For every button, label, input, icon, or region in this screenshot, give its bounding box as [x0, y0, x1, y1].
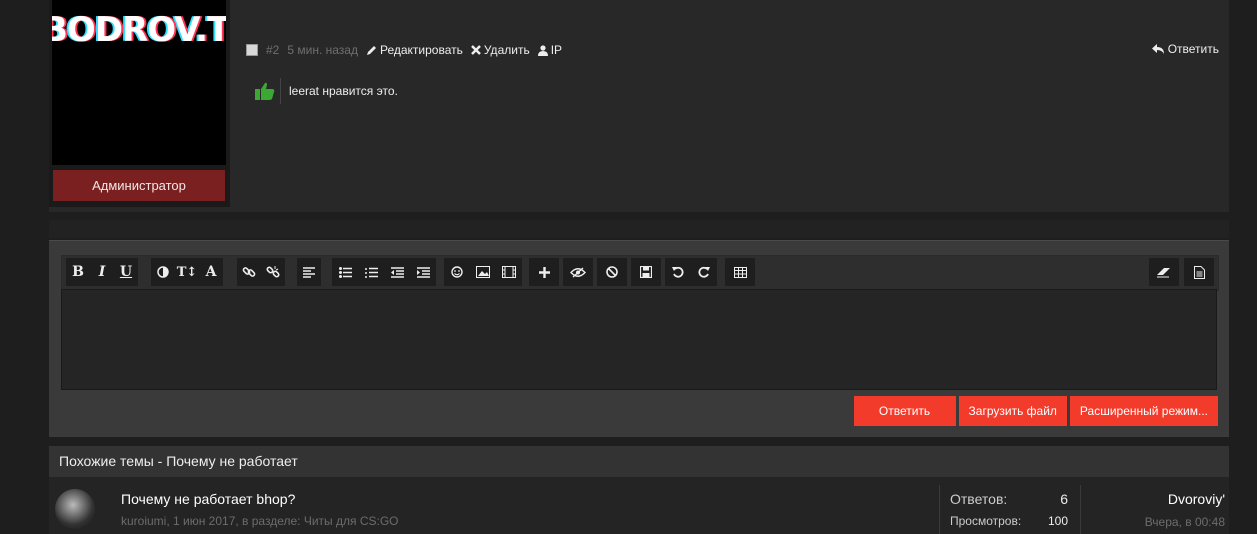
- avatar-logo-text: BODROV.TK: [52, 10, 226, 50]
- source-icon[interactable]: [1184, 258, 1214, 286]
- post-time[interactable]: 5 мин. назад: [287, 43, 358, 57]
- thread-title[interactable]: Почему не работает bhop?: [121, 491, 295, 507]
- numbered-list-icon[interactable]: [358, 258, 384, 286]
- advanced-mode-button[interactable]: Расширенный режим...: [1069, 396, 1218, 426]
- reply-icon: [1151, 43, 1164, 54]
- views-count: 100: [1047, 514, 1068, 528]
- section-divider: [49, 220, 1229, 238]
- post-number[interactable]: #2: [266, 43, 279, 57]
- save-draft-icon[interactable]: [631, 258, 661, 286]
- toolbar-group-draft: [631, 258, 661, 286]
- toolbar-group-source: [1184, 258, 1214, 286]
- upload-file-button[interactable]: Загрузить файл: [958, 396, 1067, 426]
- post-meta: #2 5 мин. назад Редактировать Удалить IP: [246, 42, 562, 58]
- toolbar-group-eraser: [1149, 258, 1179, 286]
- media-icon[interactable]: [496, 258, 522, 286]
- toolbar-group-insert: [529, 258, 559, 286]
- replies-label: Ответов:: [950, 491, 1008, 507]
- views-label: Просмотров:: [950, 514, 1022, 528]
- avatar[interactable]: BODROV.TK: [52, 0, 226, 165]
- toolbar-group-table: [725, 258, 755, 286]
- submit-reply-button[interactable]: Ответить: [853, 396, 956, 426]
- edit-label: Редактировать: [379, 43, 463, 57]
- pencil-icon: [366, 45, 376, 55]
- toolbar-group-lists: [332, 258, 436, 286]
- editor-actions: Ответить Загрузить файл Расширенный режи…: [853, 396, 1218, 426]
- link-icon[interactable]: [237, 258, 261, 286]
- spoiler-icon[interactable]: [563, 258, 593, 286]
- table-icon[interactable]: [725, 258, 755, 286]
- bullet-list-icon[interactable]: [332, 258, 358, 286]
- toolbar-group-media: [444, 258, 522, 286]
- likes-summary: leerat нравится это.: [255, 78, 398, 104]
- thumbs-up-icon: [255, 82, 275, 100]
- underline-icon[interactable]: U: [114, 258, 138, 286]
- bold-icon[interactable]: B: [66, 258, 90, 286]
- font-icon[interactable]: A: [199, 258, 223, 286]
- ip-label: IP: [550, 43, 563, 57]
- toolbar-group-links: [237, 258, 285, 286]
- replies-count: 6: [1060, 491, 1068, 507]
- undo-icon[interactable]: [665, 258, 691, 286]
- quick-reply-editor: B I U T↕ A Ответить Загрузить файл Расши…: [49, 240, 1229, 437]
- unlink-icon[interactable]: [261, 258, 285, 286]
- message-textarea[interactable]: [61, 289, 1217, 390]
- toolbar-group-text: B I U: [66, 258, 138, 286]
- thread-stats: Ответов: 6 Просмотров: 100: [939, 485, 1081, 534]
- image-icon[interactable]: [470, 258, 496, 286]
- select-checkbox[interactable]: [246, 44, 258, 56]
- remove-format-icon[interactable]: [597, 258, 627, 286]
- align-icon[interactable]: [297, 258, 321, 286]
- outdent-icon[interactable]: [384, 258, 410, 286]
- likes-text[interactable]: leerat нравится это.: [289, 84, 398, 98]
- toolbar-group-history: [665, 258, 717, 286]
- smiley-icon[interactable]: [444, 258, 470, 286]
- similar-thread-row: Почему не работает bhop? kuroiumi, 1 июн…: [49, 477, 1229, 534]
- last-post-time[interactable]: Вчера, в 00:48: [1145, 515, 1225, 529]
- last-post-info: Dvoroviy' Вчера, в 00:48: [1145, 491, 1225, 529]
- redo-icon[interactable]: [691, 258, 717, 286]
- color-icon[interactable]: [151, 258, 175, 286]
- thread-author-avatar[interactable]: [55, 489, 95, 529]
- user-icon: [537, 44, 548, 56]
- reply-label: Ответить: [1167, 42, 1219, 56]
- reply-link[interactable]: Ответить: [1151, 42, 1219, 56]
- close-icon: [470, 45, 481, 55]
- user-role-badge: Администратор: [53, 170, 225, 201]
- ip-button[interactable]: IP: [537, 43, 563, 57]
- toolbar-group-align: [297, 258, 321, 286]
- thread-meta: kuroiumi, 1 июн 2017, в разделе: Читы дл…: [121, 514, 399, 528]
- font-size-icon[interactable]: T↕: [175, 258, 199, 286]
- toolbar-group-spoiler: [563, 258, 593, 286]
- toolbar-group-font: T↕ A: [151, 258, 223, 286]
- italic-icon[interactable]: I: [90, 258, 114, 286]
- eraser-icon[interactable]: [1149, 258, 1179, 286]
- delete-button[interactable]: Удалить: [470, 43, 530, 57]
- edit-button[interactable]: Редактировать: [366, 43, 463, 57]
- insert-icon[interactable]: [529, 258, 559, 286]
- toolbar-group-format: [597, 258, 627, 286]
- likes-separator: [280, 78, 281, 104]
- delete-label: Удалить: [483, 43, 530, 57]
- editor-toolbar: B I U T↕ A: [61, 255, 1219, 291]
- indent-icon[interactable]: [410, 258, 436, 286]
- similar-threads-heading: Похожие темы - Почему не работает: [49, 446, 1229, 477]
- last-post-user[interactable]: Dvoroviy': [1145, 491, 1225, 507]
